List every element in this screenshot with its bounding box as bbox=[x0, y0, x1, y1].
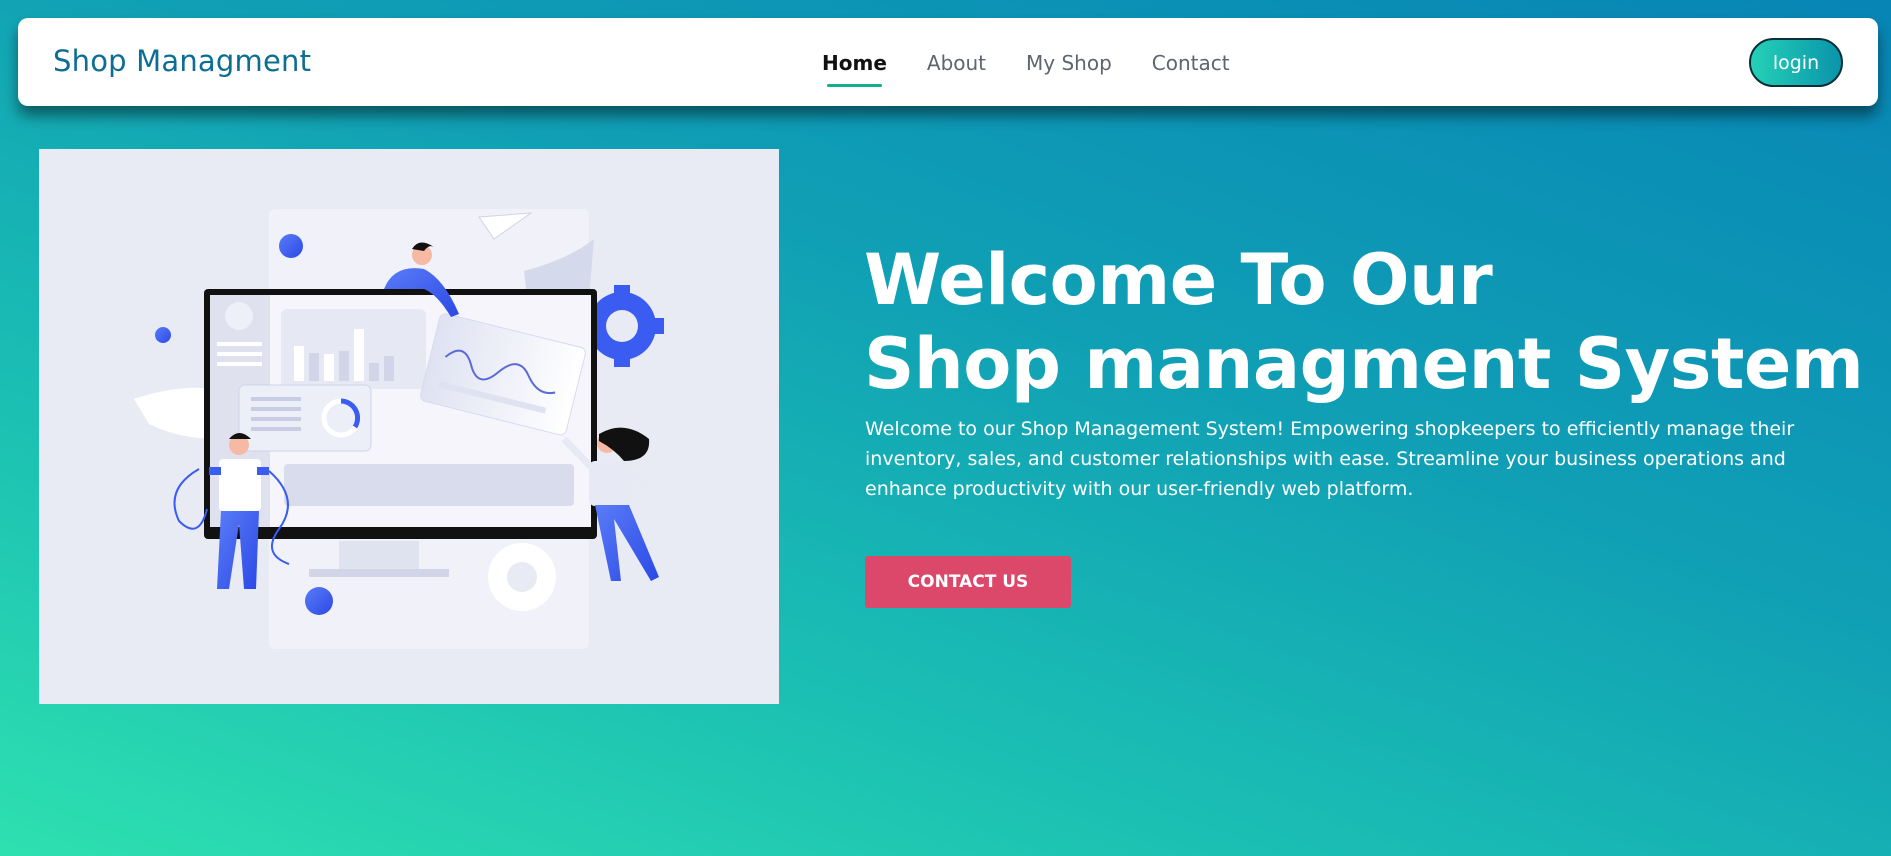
nav-link-about[interactable]: About bbox=[927, 50, 986, 76]
decor-circle bbox=[305, 587, 333, 615]
login-button[interactable]: login bbox=[1749, 38, 1843, 87]
decor-circle bbox=[155, 327, 171, 343]
nav-link-my-shop[interactable]: My Shop bbox=[1026, 50, 1112, 76]
hero-title-line2: Shop managment System bbox=[864, 323, 1864, 405]
hero-title: Welcome To Our Shop managment System bbox=[864, 238, 1864, 406]
navbar: Shop Managment Home About My Shop Contac… bbox=[18, 18, 1878, 106]
brand-logo[interactable]: Shop Managment bbox=[53, 44, 311, 78]
contact-us-button[interactable]: CONTACT US bbox=[865, 556, 1071, 608]
hero-title-line1: Welcome To Our bbox=[864, 239, 1493, 321]
nav-links: Home About My Shop Contact bbox=[822, 50, 1270, 87]
nav-link-home[interactable]: Home bbox=[822, 50, 887, 87]
hero-illustration bbox=[39, 149, 779, 704]
decor-circle bbox=[279, 234, 303, 258]
chart-card bbox=[238, 384, 372, 452]
nav-link-contact[interactable]: Contact bbox=[1152, 50, 1230, 76]
illustration-svg bbox=[134, 209, 664, 649]
gear-icon bbox=[488, 543, 556, 611]
hero-description: Welcome to our Shop Management System! E… bbox=[865, 418, 1795, 500]
